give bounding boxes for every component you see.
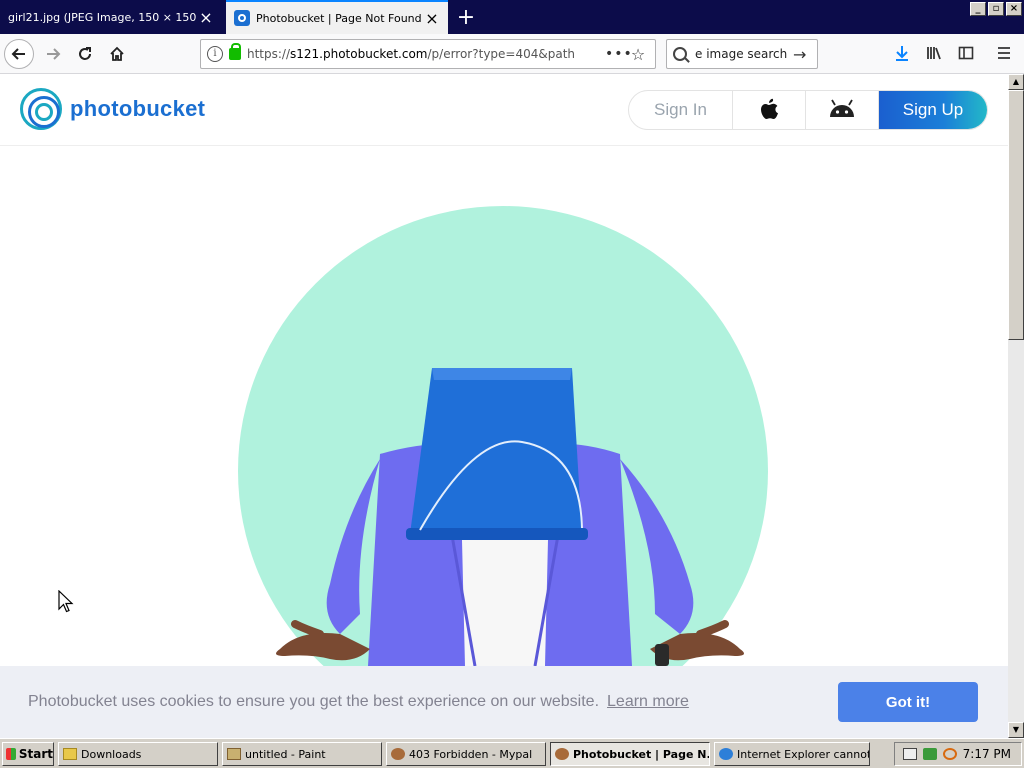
url-prefix: https:// [247, 47, 291, 61]
person-with-bucket-illustration [276, 368, 744, 666]
navigation-bar: i https://s121.photobucket.com/p/error?t… [0, 34, 1024, 74]
sign-in-button[interactable]: Sign In [629, 91, 733, 129]
auth-bar: Sign In Sign Up [628, 90, 988, 130]
start-label: Start [18, 747, 53, 761]
android-app-button[interactable] [806, 91, 879, 129]
lock-icon[interactable] [229, 43, 241, 60]
page-actions-icon[interactable]: ••• [605, 46, 632, 62]
url-suffix: /p/error?type=404&path [427, 47, 576, 61]
search-text[interactable]: e image search [695, 47, 793, 61]
tab-title: girl21.jpg (JPEG Image, 150 × 150 pixels… [8, 10, 198, 24]
photobucket-favicon-icon [234, 10, 250, 26]
mypal-icon [391, 748, 405, 760]
logo-text: photobucket [70, 96, 206, 121]
arrow-right-icon [47, 48, 61, 60]
photobucket-logo[interactable]: photobucket [20, 88, 205, 130]
info-icon[interactable]: i [207, 46, 223, 62]
ie-icon [719, 748, 733, 760]
search-bar[interactable]: e image search → [666, 39, 818, 69]
maximize-button[interactable]: ▫ [988, 2, 1004, 16]
search-go-icon[interactable]: → [793, 45, 811, 64]
close-icon[interactable]: × [424, 9, 440, 28]
tab-title: Photobucket | Page Not Found [256, 11, 422, 25]
home-button[interactable] [102, 39, 132, 69]
download-icon[interactable] [892, 45, 912, 63]
back-button[interactable] [4, 39, 34, 69]
taskbar-item-downloads[interactable]: Downloads [58, 742, 218, 766]
clock: 7:17 PM [962, 747, 1011, 761]
search-icon [673, 47, 687, 61]
cookie-banner: Photobucket uses cookies to ensure you g… [0, 666, 1008, 738]
paint-icon [227, 748, 241, 760]
vertical-scrollbar[interactable]: ▲ ▼ [1008, 74, 1024, 738]
cookie-message: Photobucket uses cookies to ensure you g… [28, 693, 600, 710]
sidebar-icon[interactable] [956, 45, 976, 63]
apple-icon [761, 98, 778, 119]
taskbar-item-paint[interactable]: untitled - Paint [222, 742, 382, 766]
web-page: photobucket Sign In Sign Up [0, 74, 1008, 666]
tab-photobucket[interactable]: Photobucket | Page Not Found × [226, 0, 448, 34]
scroll-down-arrow-icon[interactable]: ▼ [1008, 722, 1024, 738]
search-tray-icon[interactable] [942, 748, 957, 760]
apple-app-button[interactable] [733, 91, 806, 129]
folder-icon [63, 748, 77, 760]
sign-up-button[interactable]: Sign Up [879, 91, 987, 129]
keyboard-icon[interactable] [902, 748, 917, 760]
taskbar-item-label: Downloads [81, 747, 142, 761]
library-icon[interactable] [924, 45, 944, 63]
taskbar-item-internet-explorer[interactable]: Internet Explorer cannot... [714, 742, 870, 766]
reload-icon [79, 47, 91, 60]
minimize-button[interactable]: _ [970, 2, 986, 16]
tab-strip: girl21.jpg (JPEG Image, 150 × 150 pixels… [0, 0, 1024, 34]
mouse-cursor-icon [58, 590, 74, 613]
photobucket-logo-icon [20, 88, 62, 130]
scroll-up-arrow-icon[interactable]: ▲ [1008, 74, 1024, 90]
windows-taskbar: Start Downloads untitled - Paint 403 For… [0, 738, 1024, 768]
bookmark-star-icon[interactable]: ☆ [627, 45, 649, 64]
screen: girl21.jpg (JPEG Image, 150 × 150 pixels… [0, 0, 1024, 768]
accept-cookies-button[interactable]: Got it! [838, 682, 978, 722]
network-icon[interactable] [922, 748, 937, 760]
taskbar-item-label: untitled - Paint [245, 747, 326, 761]
mypal-icon [555, 748, 569, 760]
url-text[interactable]: https://s121.photobucket.com/p/error?typ… [247, 47, 605, 61]
scrollbar-thumb[interactable] [1008, 90, 1024, 340]
window-controls: _ ▫ × [970, 2, 1022, 16]
window-close-button[interactable]: × [1006, 2, 1022, 16]
home-icon [110, 46, 124, 61]
url-host: s121.photobucket.com [290, 47, 428, 61]
learn-more-link[interactable]: Learn more [607, 693, 689, 711]
site-header: photobucket Sign In Sign Up [0, 74, 1008, 146]
forward-button[interactable] [38, 39, 68, 69]
url-bar[interactable]: i https://s121.photobucket.com/p/error?t… [200, 39, 656, 69]
tab-girl21[interactable]: girl21.jpg (JPEG Image, 150 × 150 pixels… [0, 0, 222, 34]
close-icon[interactable]: × [198, 8, 214, 27]
arrow-left-icon [11, 48, 25, 60]
taskbar-item-label: Internet Explorer cannot... [737, 747, 870, 761]
taskbar-item-403-forbidden[interactable]: 403 Forbidden - Mypal [386, 742, 546, 766]
new-tab-button[interactable]: + [452, 0, 480, 34]
system-tray: 7:17 PM [894, 742, 1022, 766]
taskbar-item-label: Photobucket | Page N... [573, 747, 710, 761]
reload-button[interactable] [70, 39, 100, 69]
windows-flag-icon [6, 748, 16, 760]
start-button[interactable]: Start [2, 742, 54, 766]
taskbar-item-photobucket[interactable]: Photobucket | Page N... [550, 742, 710, 766]
hamburger-menu-icon[interactable] [994, 45, 1014, 63]
taskbar-item-label: 403 Forbidden - Mypal [409, 747, 533, 761]
android-icon [830, 99, 854, 117]
